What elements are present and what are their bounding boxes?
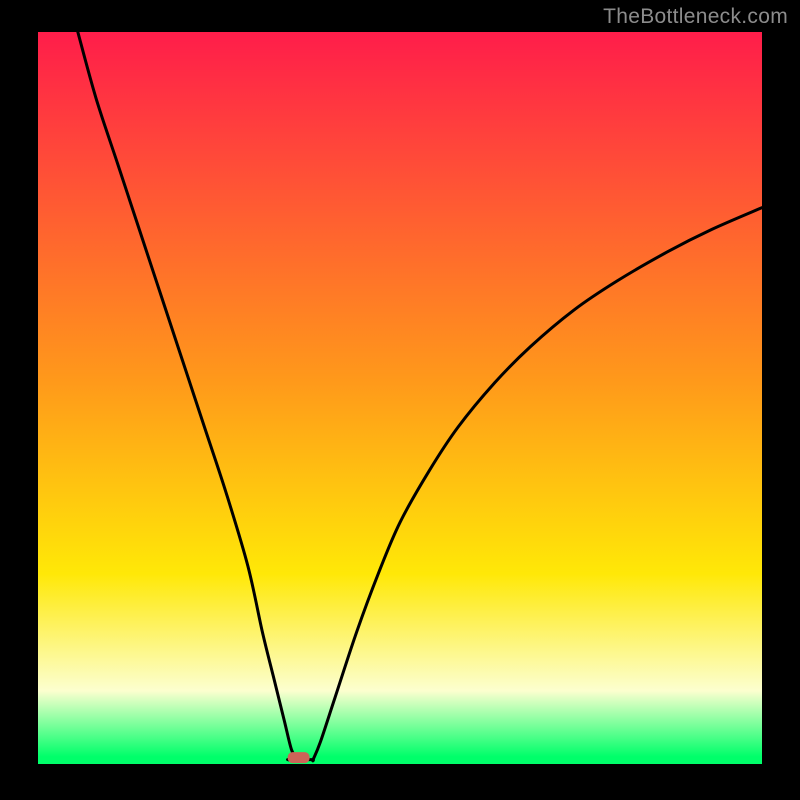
plot-area bbox=[38, 32, 762, 764]
optimal-point-marker bbox=[288, 752, 310, 763]
chart-container: TheBottleneck.com bbox=[0, 0, 800, 800]
watermark-label: TheBottleneck.com bbox=[603, 5, 788, 29]
bottleneck-chart bbox=[0, 0, 800, 800]
